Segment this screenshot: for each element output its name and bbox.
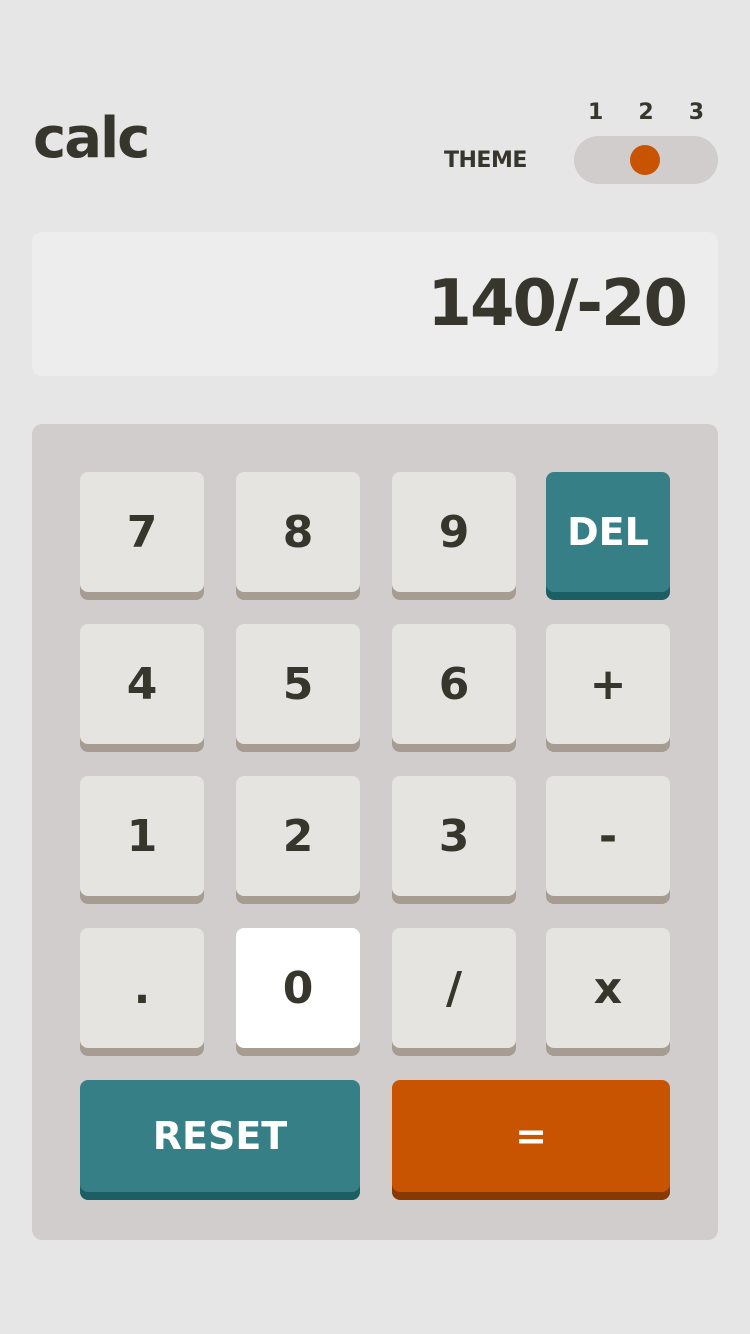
key-3[interactable]: 3: [392, 776, 516, 896]
equals-button[interactable]: =: [392, 1080, 670, 1192]
screen-value: 140/-20: [427, 267, 688, 341]
key-multiply[interactable]: x: [546, 928, 670, 1048]
key-9[interactable]: 9: [392, 472, 516, 592]
key-minus[interactable]: -: [546, 776, 670, 896]
theme-toggle-knob[interactable]: [630, 145, 660, 175]
delete-button[interactable]: DEL: [546, 472, 670, 592]
key-6[interactable]: 6: [392, 624, 516, 744]
theme-option-3[interactable]: 3: [689, 98, 704, 128]
key-1[interactable]: 1: [80, 776, 204, 896]
key-7[interactable]: 7: [80, 472, 204, 592]
theme-option-2[interactable]: 2: [638, 98, 653, 128]
key-4[interactable]: 4: [80, 624, 204, 744]
key-plus[interactable]: +: [546, 624, 670, 744]
keypad: 7 8 9 DEL 4 5 6 + 1 2 3 - . 0 / x RESET …: [32, 424, 718, 1240]
key-divide[interactable]: /: [392, 928, 516, 1048]
key-0[interactable]: 0: [236, 928, 360, 1048]
theme-toggle[interactable]: [574, 136, 718, 184]
calculator-screen: 140/-20: [32, 232, 718, 376]
theme-option-1[interactable]: 1: [588, 98, 603, 128]
theme-label: THEME: [444, 148, 527, 173]
key-5[interactable]: 5: [236, 624, 360, 744]
app-logo: calc: [33, 106, 150, 171]
key-2[interactable]: 2: [236, 776, 360, 896]
key-8[interactable]: 8: [236, 472, 360, 592]
theme-option-labels: 1 2 3: [574, 98, 718, 128]
reset-button[interactable]: RESET: [80, 1080, 360, 1192]
key-decimal[interactable]: .: [80, 928, 204, 1048]
